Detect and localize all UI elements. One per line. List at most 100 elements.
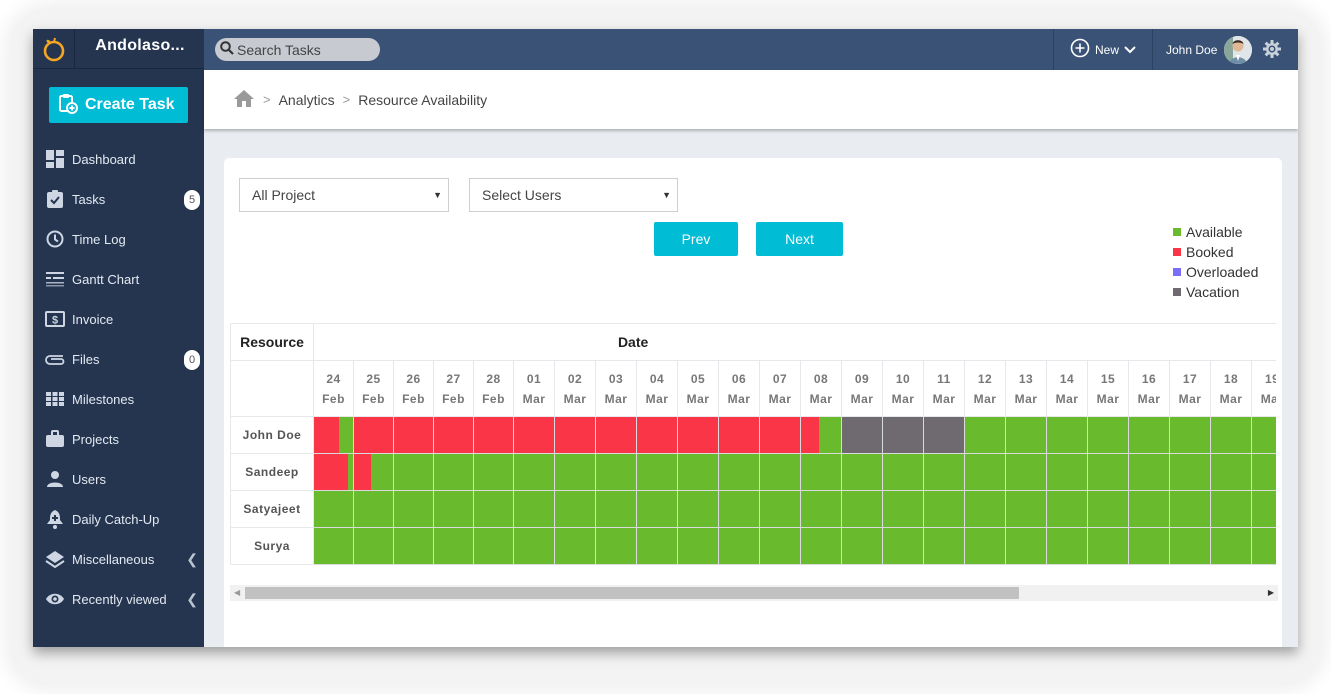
availability-cell[interactable] bbox=[473, 490, 514, 528]
search-input[interactable]: Search Tasks bbox=[215, 38, 380, 61]
availability-cell[interactable] bbox=[759, 527, 801, 565]
availability-cell[interactable] bbox=[882, 527, 924, 565]
availability-cell[interactable] bbox=[677, 527, 719, 565]
availability-cell[interactable] bbox=[677, 490, 719, 528]
prev-button[interactable]: Prev bbox=[654, 222, 738, 256]
availability-cell[interactable] bbox=[841, 416, 883, 454]
availability-cell[interactable] bbox=[433, 453, 474, 491]
availability-cell[interactable] bbox=[718, 453, 760, 491]
availability-cell[interactable] bbox=[923, 416, 965, 454]
brand-name[interactable]: Andolaso... bbox=[76, 29, 204, 69]
availability-cell[interactable] bbox=[964, 490, 1006, 528]
orange-logo-icon[interactable] bbox=[33, 29, 75, 69]
sidebar-item-miscellaneous[interactable]: Miscellaneous ❮ bbox=[33, 539, 204, 579]
sidebar-item-users[interactable]: Users bbox=[33, 459, 204, 499]
scroll-right-arrow-icon[interactable]: ▶ bbox=[1268, 588, 1274, 597]
availability-cell[interactable] bbox=[353, 416, 394, 454]
availability-cell[interactable] bbox=[1005, 527, 1047, 565]
availability-cell[interactable] bbox=[393, 490, 434, 528]
sidebar-item-files[interactable]: Files 0 bbox=[33, 339, 204, 379]
availability-cell[interactable] bbox=[841, 453, 883, 491]
availability-cell[interactable] bbox=[923, 490, 965, 528]
availability-cell[interactable] bbox=[353, 527, 394, 565]
user-name[interactable]: John Doe bbox=[1166, 29, 1217, 70]
availability-cell[interactable] bbox=[636, 490, 678, 528]
availability-cell[interactable] bbox=[513, 453, 555, 491]
availability-cell[interactable] bbox=[313, 490, 354, 528]
availability-cell[interactable] bbox=[393, 453, 434, 491]
availability-cell[interactable] bbox=[433, 416, 474, 454]
availability-cell[interactable] bbox=[393, 416, 434, 454]
availability-cell[interactable] bbox=[800, 453, 842, 491]
sidebar-item-dashboard[interactable]: Dashboard bbox=[33, 139, 204, 179]
availability-cell[interactable] bbox=[718, 490, 760, 528]
availability-cell[interactable] bbox=[433, 490, 474, 528]
availability-cell[interactable] bbox=[1005, 416, 1047, 454]
sidebar-item-time-log[interactable]: Time Log bbox=[33, 219, 204, 259]
availability-cell[interactable] bbox=[1087, 416, 1129, 454]
users-select[interactable]: Select Users ▼ bbox=[469, 178, 678, 212]
sidebar-item-gantt-chart[interactable]: Gantt Chart bbox=[33, 259, 204, 299]
availability-cell[interactable] bbox=[513, 416, 555, 454]
availability-cell[interactable] bbox=[800, 416, 842, 454]
availability-cell[interactable] bbox=[1210, 416, 1252, 454]
availability-cell[interactable] bbox=[433, 527, 474, 565]
availability-cell[interactable] bbox=[313, 527, 354, 565]
availability-cell[interactable] bbox=[1087, 527, 1129, 565]
availability-cell[interactable] bbox=[595, 416, 637, 454]
breadcrumb-analytics[interactable]: Analytics bbox=[279, 92, 335, 108]
availability-cell[interactable] bbox=[718, 416, 760, 454]
availability-cell[interactable] bbox=[964, 527, 1006, 565]
availability-cell[interactable] bbox=[759, 453, 801, 491]
availability-cell[interactable] bbox=[1128, 416, 1170, 454]
availability-cell[interactable] bbox=[1169, 527, 1211, 565]
availability-cell[interactable] bbox=[313, 453, 354, 491]
next-button[interactable]: Next bbox=[756, 222, 843, 256]
availability-cell[interactable] bbox=[923, 527, 965, 565]
availability-cell[interactable] bbox=[1046, 453, 1088, 491]
availability-cell[interactable] bbox=[1250, 453, 1276, 491]
user-avatar[interactable] bbox=[1224, 36, 1252, 64]
chevron-left-icon[interactable]: ❮ bbox=[186, 551, 198, 568]
sidebar-item-daily-catch-up[interactable]: Daily Catch-Up bbox=[33, 499, 204, 539]
availability-cell[interactable] bbox=[1087, 490, 1129, 528]
availability-cell[interactable] bbox=[1210, 453, 1252, 491]
availability-cell[interactable] bbox=[759, 416, 801, 454]
scroll-left-arrow-icon[interactable]: ◀ bbox=[234, 588, 240, 597]
availability-cell[interactable] bbox=[882, 416, 924, 454]
availability-cell[interactable] bbox=[677, 453, 719, 491]
availability-cell[interactable] bbox=[1046, 527, 1088, 565]
availability-cell[interactable] bbox=[718, 527, 760, 565]
availability-cell[interactable] bbox=[554, 490, 596, 528]
availability-cell[interactable] bbox=[554, 416, 596, 454]
availability-cell[interactable] bbox=[923, 453, 965, 491]
availability-cell[interactable] bbox=[1210, 527, 1252, 565]
availability-cell[interactable] bbox=[1250, 527, 1276, 565]
availability-cell[interactable] bbox=[841, 527, 883, 565]
availability-cell[interactable] bbox=[554, 527, 596, 565]
sidebar-item-projects[interactable]: Projects bbox=[33, 419, 204, 459]
availability-cell[interactable] bbox=[882, 453, 924, 491]
sidebar-item-milestones[interactable]: Milestones bbox=[33, 379, 204, 419]
availability-cell[interactable] bbox=[595, 527, 637, 565]
availability-cell[interactable] bbox=[595, 453, 637, 491]
availability-cell[interactable] bbox=[1250, 490, 1276, 528]
availability-cell[interactable] bbox=[964, 453, 1006, 491]
availability-cell[interactable] bbox=[1250, 416, 1276, 454]
sidebar-item-tasks[interactable]: Tasks 5 bbox=[33, 179, 204, 219]
availability-cell[interactable] bbox=[1169, 490, 1211, 528]
horizontal-scrollbar[interactable]: ◀ ▶ bbox=[230, 585, 1278, 601]
availability-cell[interactable] bbox=[1046, 490, 1088, 528]
availability-cell[interactable] bbox=[473, 453, 514, 491]
availability-cell[interactable] bbox=[595, 490, 637, 528]
availability-cell[interactable] bbox=[1128, 453, 1170, 491]
availability-cell[interactable] bbox=[1005, 453, 1047, 491]
availability-cell[interactable] bbox=[513, 490, 555, 528]
availability-cell[interactable] bbox=[1046, 416, 1088, 454]
availability-cell[interactable] bbox=[1087, 453, 1129, 491]
availability-cell[interactable] bbox=[841, 490, 883, 528]
availability-cell[interactable] bbox=[1128, 527, 1170, 565]
availability-cell[interactable] bbox=[636, 416, 678, 454]
availability-cell[interactable] bbox=[353, 453, 394, 491]
create-task-button[interactable]: Create Task bbox=[49, 87, 188, 123]
